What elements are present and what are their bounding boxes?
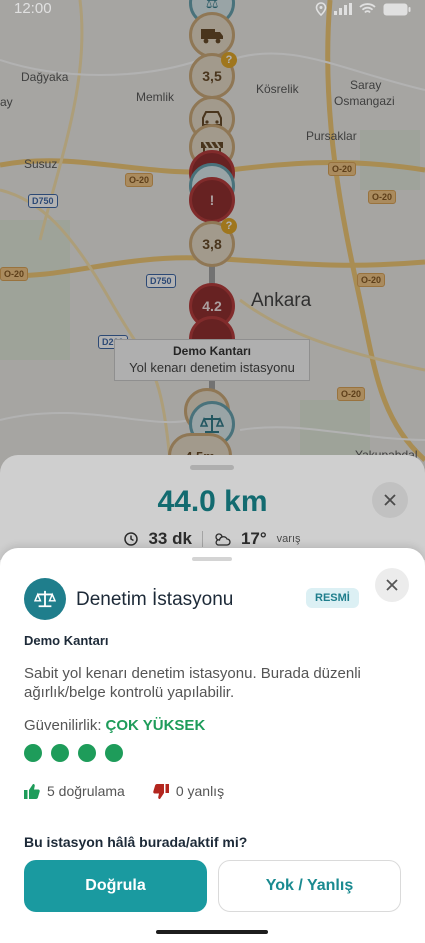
battery-icon	[383, 3, 411, 15]
close-icon	[384, 494, 396, 506]
route-meta: 33 dk 17° varış	[0, 529, 425, 549]
sheet-close-button[interactable]	[375, 568, 409, 602]
weather-icon	[215, 533, 231, 546]
thumbs-down-icon	[153, 783, 169, 799]
station-detail-sheet[interactable]: Denetim İstasyonu RESMİ Demo Kantarı Sab…	[0, 548, 425, 943]
reliability-dot	[24, 744, 42, 762]
reliability-dots	[24, 744, 123, 762]
status-time: 12:00	[14, 0, 52, 17]
reliability-row: Güvenilirlik: ÇOK YÜKSEK	[24, 717, 205, 734]
station-avatar	[24, 578, 66, 620]
reliability-dot	[51, 744, 69, 762]
wifi-icon	[359, 3, 376, 14]
station-type-title: Denetim İstasyonu	[76, 589, 234, 610]
divider	[201, 531, 203, 547]
reliability-dot	[78, 744, 96, 762]
confirmations-text: 5 doğrulama	[47, 783, 125, 799]
sheet-drag-handle[interactable]	[192, 557, 232, 561]
location-icon	[315, 2, 327, 16]
wrong-reports-text: 0 yanlış	[175, 783, 225, 799]
report-wrong-button[interactable]: Yok / Yanlış	[218, 860, 401, 912]
station-name: Demo Kantarı	[24, 633, 109, 648]
drag-handle[interactable]	[190, 465, 234, 470]
arrival-label: varış	[276, 533, 301, 545]
reliability-dot	[105, 744, 123, 762]
route-close-button[interactable]	[372, 482, 408, 518]
route-duration: 33 dk	[148, 529, 192, 548]
status-bar: 12:00	[0, 0, 425, 22]
close-icon	[386, 579, 398, 591]
station-description: Sabit yol kenarı denetim istasyonu. Bura…	[24, 665, 361, 701]
scale-icon	[34, 590, 56, 608]
arrival-temperature: 17°	[240, 529, 267, 548]
clock-icon	[124, 532, 139, 546]
route-distance: 44.0 km	[157, 485, 268, 518]
confirmations: 5 doğrulama	[24, 783, 125, 799]
signal-icon	[334, 3, 352, 15]
vote-summary: 5 doğrulama 0 yanlış	[24, 783, 224, 799]
confirm-button[interactable]: Doğrula	[24, 860, 207, 912]
official-badge: RESMİ	[306, 588, 359, 608]
wrong-reports: 0 yanlış	[153, 783, 224, 799]
reliability-label: Güvenilirlik:	[24, 717, 102, 734]
home-indicator	[156, 930, 268, 934]
reliability-value: ÇOK YÜKSEK	[105, 717, 206, 734]
thumbs-up-icon	[24, 783, 40, 799]
verification-question: Bu istasyon hâlâ burada/aktif mi?	[24, 834, 248, 850]
